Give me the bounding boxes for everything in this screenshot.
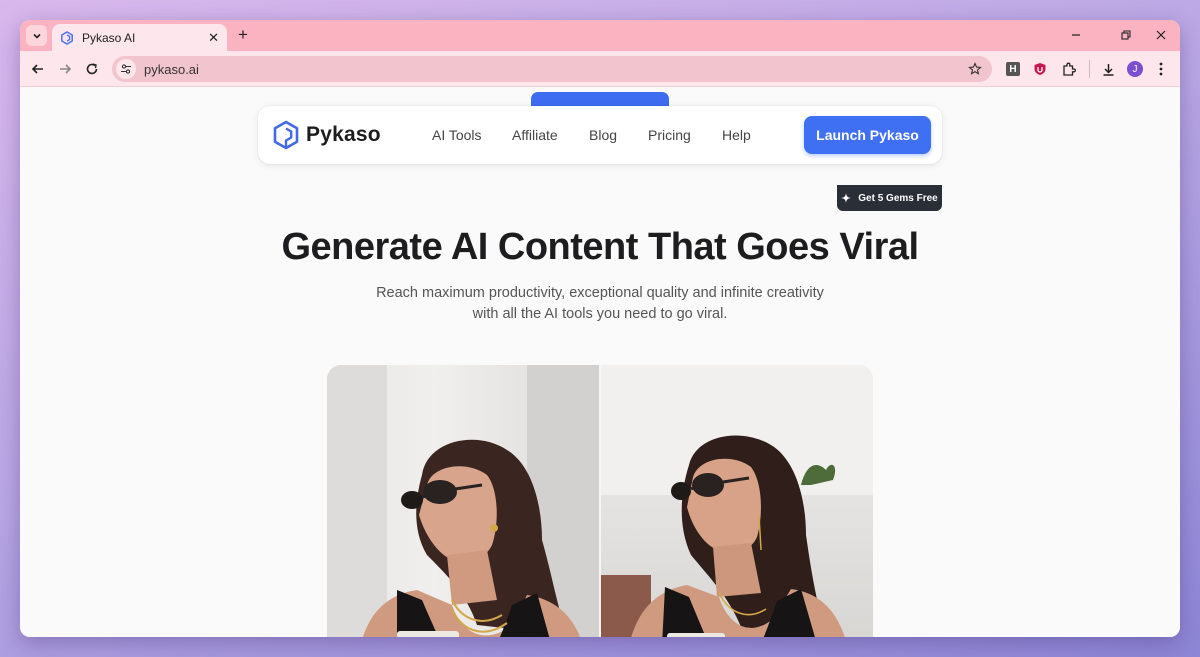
hero-title: Generate AI Content That Goes Viral bbox=[281, 226, 919, 268]
minimize-icon[interactable] bbox=[1067, 27, 1085, 43]
download-icon[interactable] bbox=[1098, 59, 1118, 79]
toolbar-divider bbox=[1089, 60, 1090, 78]
nav-item-pricing[interactable]: Pricing bbox=[648, 127, 691, 143]
launch-pykaso-button[interactable]: Launch Pykaso bbox=[804, 116, 931, 154]
tune-icon[interactable] bbox=[116, 59, 136, 79]
nav-item-affiliate[interactable]: Affiliate bbox=[512, 127, 558, 143]
restore-icon[interactable] bbox=[1117, 27, 1135, 43]
url-text: pykaso.ai bbox=[144, 61, 199, 77]
tab-close-icon[interactable]: ✕ bbox=[208, 31, 219, 44]
after-photo bbox=[601, 365, 873, 637]
pykaso-logo-icon bbox=[273, 120, 299, 150]
top-banner-pill[interactable] bbox=[531, 92, 669, 106]
shield-extension-icon[interactable] bbox=[1030, 59, 1050, 79]
nav-item-help[interactable]: Help bbox=[722, 127, 751, 143]
page-viewport: Pykaso AI Tools Affiliate Blog Pricing H… bbox=[20, 87, 1180, 637]
close-window-icon[interactable] bbox=[1152, 27, 1170, 43]
h-extension-icon[interactable]: H bbox=[1003, 59, 1023, 79]
browser-window: Pykaso AI ✕ + pykaso.ai H J Pykaso AI To… bbox=[20, 20, 1180, 637]
arrow-right-icon[interactable] bbox=[55, 59, 75, 79]
site-logo[interactable]: Pykaso bbox=[272, 120, 381, 150]
puzzle-icon[interactable] bbox=[1058, 59, 1078, 79]
star-icon[interactable] bbox=[968, 62, 982, 76]
hero-subtitle-line-2: with all the AI tools you need to go vir… bbox=[472, 306, 728, 322]
brand-name: Pykaso bbox=[306, 123, 381, 146]
new-tab-plus-icon[interactable]: + bbox=[234, 26, 252, 44]
before-photo bbox=[327, 365, 599, 637]
nav-item-ai-tools[interactable]: AI Tools bbox=[432, 127, 482, 143]
profile-avatar[interactable]: J bbox=[1125, 59, 1145, 79]
tab-strip: Pykaso AI ✕ + bbox=[20, 20, 1180, 51]
chevron-down-icon bbox=[32, 33, 41, 39]
address-bar[interactable]: pykaso.ai bbox=[112, 56, 992, 82]
hero-subtitle: Reach maximum productivity, exceptional … bbox=[350, 283, 850, 325]
gems-badge-label: Get 5 Gems Free bbox=[858, 192, 938, 204]
gems-free-badge[interactable]: Get 5 Gems Free bbox=[837, 185, 942, 211]
pykaso-favicon-icon bbox=[60, 30, 74, 45]
reload-icon[interactable] bbox=[82, 59, 102, 79]
site-navbar: Pykaso AI Tools Affiliate Blog Pricing H… bbox=[258, 106, 942, 164]
hero-subtitle-line-1: Reach maximum productivity, exceptional … bbox=[376, 285, 824, 301]
browser-toolbar: pykaso.ai H J bbox=[20, 51, 1180, 87]
arrow-left-icon[interactable] bbox=[28, 59, 48, 79]
kebab-menu-icon[interactable] bbox=[1151, 59, 1171, 79]
tab-pykaso[interactable]: Pykaso AI ✕ bbox=[52, 24, 227, 51]
nav-item-blog[interactable]: Blog bbox=[589, 127, 617, 143]
sparkle-icon bbox=[841, 193, 852, 203]
tab-title: Pykaso AI bbox=[82, 30, 136, 45]
tab-list-button[interactable] bbox=[26, 25, 47, 46]
before-after-comparison[interactable] bbox=[327, 365, 873, 637]
